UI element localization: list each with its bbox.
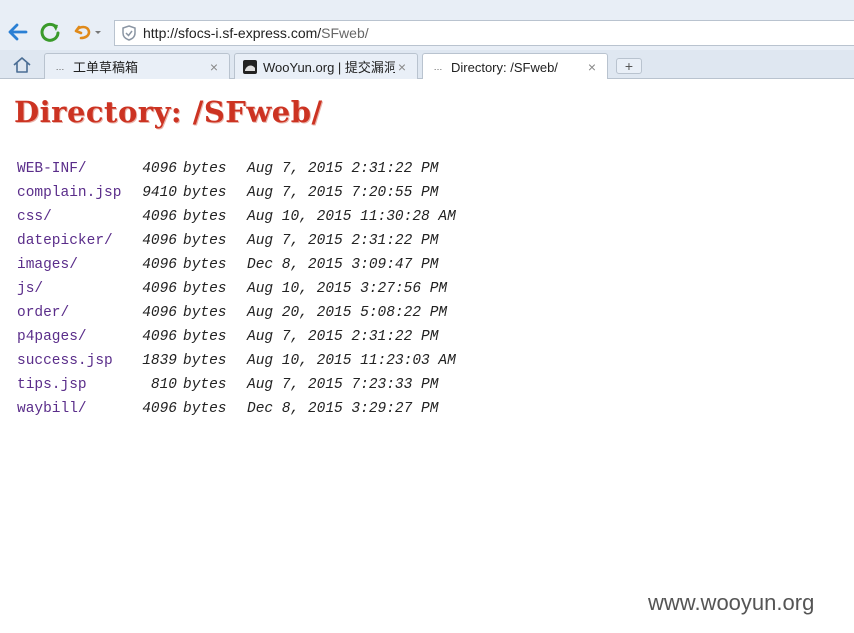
tab-title: 工单草稿箱 xyxy=(73,60,139,75)
size-unit: bytes xyxy=(183,305,227,321)
browser-toolbar: http://sfocs-i.sf-express.com/SFweb/ xyxy=(0,0,854,50)
back-arrow-icon xyxy=(8,23,28,41)
size-unit: bytes xyxy=(183,185,227,201)
file-link[interactable]: tips.jsp xyxy=(17,375,87,395)
size-unit: bytes xyxy=(183,401,227,417)
address-bar[interactable]: http://sfocs-i.sf-express.com/SFweb/ xyxy=(114,20,854,46)
file-date: Aug 7, 2015 7:23:33 PM xyxy=(247,377,439,393)
dropdown-caret-icon[interactable] xyxy=(95,31,101,34)
new-tab-button[interactable]: + xyxy=(616,58,642,74)
tab-favicon-icon: … xyxy=(433,62,443,72)
tab-close-icon[interactable]: × xyxy=(207,60,221,74)
tab-favicon-icon: … xyxy=(55,61,65,72)
file-size: 810 xyxy=(150,377,177,393)
file-size: 4096 xyxy=(142,329,177,345)
size-unit: bytes xyxy=(183,353,227,369)
file-link[interactable]: js/ xyxy=(17,279,43,299)
refresh-icon xyxy=(40,22,60,42)
file-link[interactable]: css/ xyxy=(17,207,52,227)
tab-close-icon[interactable]: × xyxy=(395,60,409,74)
undo-close-tab-button[interactable] xyxy=(70,20,106,44)
size-unit: bytes xyxy=(183,281,227,297)
file-size: 4096 xyxy=(142,209,177,225)
url-path: SFweb/ xyxy=(321,25,369,41)
size-unit: bytes xyxy=(183,161,227,177)
home-button[interactable] xyxy=(12,56,32,74)
tab-close-icon[interactable]: × xyxy=(585,60,599,74)
file-link[interactable]: order/ xyxy=(17,303,69,323)
size-unit: bytes xyxy=(183,329,227,345)
file-size: 4096 xyxy=(142,305,177,321)
file-date: Aug 7, 2015 2:31:22 PM xyxy=(247,161,439,177)
tab-wooyun[interactable]: WooYun.org | 提交漏洞 × xyxy=(234,53,418,79)
file-size: 9410 xyxy=(142,185,177,201)
file-link[interactable]: success.jsp xyxy=(17,351,113,371)
tab-strip: … 工单草稿箱 × WooYun.org | 提交漏洞 × … Director… xyxy=(0,50,854,80)
size-unit: bytes xyxy=(183,257,227,273)
url-host: http://sfocs-i.sf-express.com/ xyxy=(143,25,322,41)
home-icon xyxy=(13,57,31,73)
file-link[interactable]: waybill/ xyxy=(17,399,87,419)
size-unit: bytes xyxy=(183,209,227,225)
tab-title: Directory: /SFweb/ xyxy=(451,59,558,75)
tab-directory[interactable]: … Directory: /SFweb/ × xyxy=(422,53,608,80)
size-unit: bytes xyxy=(183,377,227,393)
file-size: 4096 xyxy=(142,161,177,177)
watermark: www.wooyun.org xyxy=(648,590,815,615)
page-title: Directory: /SFweb/ xyxy=(14,95,323,129)
tab-title: WooYun.org | 提交漏洞 xyxy=(263,60,395,75)
shield-icon xyxy=(121,25,137,41)
file-link[interactable]: complain.jsp xyxy=(17,183,121,203)
undo-icon xyxy=(74,25,101,40)
back-button[interactable] xyxy=(6,20,30,44)
size-unit: bytes xyxy=(183,233,227,249)
file-date: Aug 7, 2015 7:20:55 PM xyxy=(247,185,439,201)
file-date: Aug 20, 2015 5:08:22 PM xyxy=(247,305,448,321)
url-text[interactable]: http://sfocs-i.sf-express.com/SFweb/ xyxy=(143,25,369,41)
refresh-button[interactable] xyxy=(38,20,62,44)
file-link[interactable]: datepicker/ xyxy=(17,231,113,251)
file-date: Aug 7, 2015 2:31:22 PM xyxy=(247,329,439,345)
file-link[interactable]: p4pages/ xyxy=(17,327,87,347)
page-content: Directory: /SFweb/ WEB-INF/4096 bytes Aug … xyxy=(0,79,854,633)
file-size: 4096 xyxy=(142,401,177,417)
file-size: 1839 xyxy=(142,353,177,369)
file-date: Aug 10, 2015 11:30:28 AM xyxy=(247,209,456,225)
file-date: Dec 8, 2015 3:09:47 PM xyxy=(247,257,439,273)
wooyun-logo-icon xyxy=(243,59,257,74)
file-link[interactable]: WEB-INF/ xyxy=(17,159,87,179)
file-size: 4096 xyxy=(142,257,177,273)
file-date: Aug 10, 2015 3:27:56 PM xyxy=(247,281,448,297)
file-size: 4096 xyxy=(142,281,177,297)
file-date: Aug 10, 2015 11:23:03 AM xyxy=(247,353,456,369)
file-date: Aug 7, 2015 2:31:22 PM xyxy=(247,233,439,249)
file-date: Dec 8, 2015 3:29:27 PM xyxy=(247,401,439,417)
file-link[interactable]: images/ xyxy=(17,255,78,275)
tab-draft-box[interactable]: … 工单草稿箱 × xyxy=(44,53,230,79)
file-size: 4096 xyxy=(142,233,177,249)
